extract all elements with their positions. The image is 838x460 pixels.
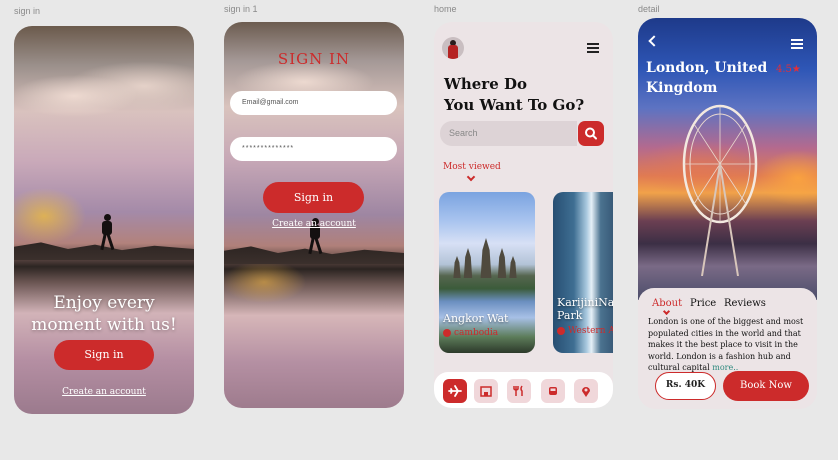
sign-in-button[interactable]: Sign in <box>54 340 154 370</box>
tab-reviews[interactable]: Reviews <box>724 298 766 309</box>
page-title: Where Do You Want To Go? <box>444 75 585 114</box>
location-pin-icon <box>443 329 451 337</box>
frame-label-sign-in-1: sign in 1 <box>224 4 258 14</box>
location-icon <box>582 387 590 397</box>
frame-label-sign-in: sign in <box>14 6 41 16</box>
hotel-icon <box>480 386 492 397</box>
rating-badge: 4.5★ <box>776 64 801 75</box>
nav-hotels[interactable] <box>474 379 498 403</box>
password-field[interactable]: ************** <box>230 137 397 161</box>
create-account-link[interactable]: Create an account <box>224 219 404 229</box>
welcome-screen: Enjoy every moment with us! Sign in Crea… <box>14 26 194 414</box>
search-input[interactable]: Search <box>440 121 577 146</box>
welcome-headline: Enjoy every moment with us! <box>31 293 177 335</box>
nav-location[interactable] <box>574 379 598 403</box>
card-location: cambodia <box>443 328 498 338</box>
sign-in-title: SIGN IN <box>277 50 351 68</box>
nav-transport[interactable] <box>541 379 565 403</box>
chevron-down-icon <box>662 307 671 316</box>
home-screen: Where Do You Want To Go? Search Most vie… <box>434 22 613 408</box>
card-title: Angkor Wat <box>443 312 509 325</box>
sign-in-screen: SIGN IN Email@gmail.com ************** S… <box>224 22 404 408</box>
sign-in-button[interactable]: Sign in <box>263 182 364 213</box>
tab-about[interactable]: About <box>652 298 682 309</box>
hiker-silhouette <box>100 214 115 251</box>
destination-title: London, United Kingdom <box>646 60 768 96</box>
detail-screen: London, United Kingdom 4.5★ About Price … <box>638 18 817 409</box>
ferris-wheel <box>682 104 758 276</box>
frame-label-detail: detail <box>638 4 660 14</box>
search-button[interactable] <box>578 121 604 146</box>
avatar[interactable] <box>442 37 464 59</box>
card-title: KarijiniNa Park <box>557 296 613 322</box>
destination-card[interactable]: Angkor Wat cambodia <box>439 192 535 353</box>
chevron-down-icon <box>466 172 476 182</box>
email-field[interactable]: Email@gmail.com <box>230 91 397 115</box>
destination-card[interactable]: KarijiniNa Park Western A <box>553 192 613 353</box>
book-now-button[interactable]: Book Now <box>723 371 809 401</box>
bottom-nav <box>434 372 613 408</box>
car-icon <box>549 387 557 395</box>
description-text: London is one of the biggest and most po… <box>648 317 804 372</box>
nav-restaurants[interactable] <box>507 379 531 403</box>
card-location: Western A <box>557 326 613 336</box>
most-viewed-label[interactable]: Most viewed <box>443 162 501 172</box>
plane-icon <box>448 385 462 397</box>
frame-label-home: home <box>434 4 457 14</box>
create-account-link[interactable]: Create an account <box>14 387 194 397</box>
search-icon <box>585 127 597 140</box>
location-pin-icon <box>557 327 565 335</box>
temple-image <box>451 238 521 278</box>
restaurant-icon <box>513 385 523 396</box>
tab-price[interactable]: Price <box>690 298 716 309</box>
menu-icon[interactable] <box>791 39 803 49</box>
detail-panel: About Price Reviews London is one of the… <box>638 288 817 409</box>
nav-flights[interactable] <box>443 379 467 403</box>
menu-icon[interactable] <box>587 43 599 53</box>
price-badge: Rs. 40K <box>655 372 716 400</box>
